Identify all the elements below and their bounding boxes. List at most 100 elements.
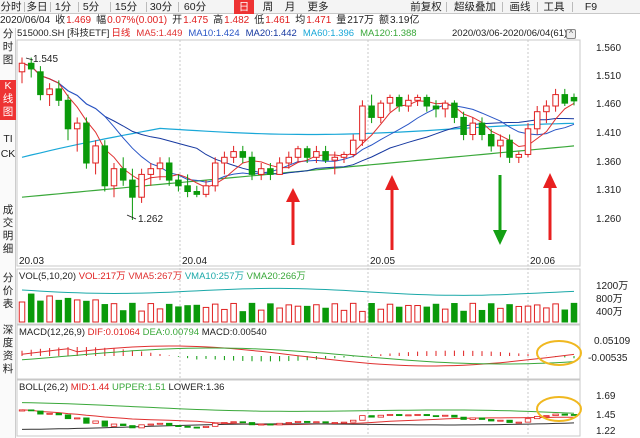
candle[interactable] (524, 123, 532, 158)
boll-candle (451, 414, 458, 418)
volume-bar (248, 302, 256, 323)
boll-tick-mid: 1.45 (596, 410, 616, 421)
red-arrow-1 (286, 188, 300, 245)
boll-title: BOLL(26,2) (19, 382, 69, 393)
candle[interactable] (359, 100, 366, 146)
candle[interactable] (276, 157, 283, 175)
volume-bar (423, 306, 431, 323)
candle[interactable] (405, 94, 412, 112)
boll-candle (267, 423, 274, 426)
volume-bar (395, 306, 403, 323)
date-tick-apr: 20.04 (182, 256, 208, 267)
candle[interactable] (423, 94, 431, 112)
boll-candle (515, 421, 522, 424)
candle[interactable] (451, 100, 458, 124)
candle[interactable] (368, 94, 375, 124)
volume-bar (138, 310, 145, 323)
candle[interactable] (147, 163, 155, 186)
boll-candle (156, 422, 164, 425)
boll-candle (110, 423, 118, 427)
candle[interactable] (46, 83, 53, 106)
candle[interactable] (18, 57, 26, 84)
candle[interactable] (377, 100, 385, 124)
vma5-value: VMA5:267万 (128, 271, 183, 282)
vma20-value: VMA20:266万 (246, 271, 306, 282)
volume-bar (83, 300, 90, 323)
vma10-value: VMA10:257万 (184, 271, 244, 282)
boll-candle (64, 414, 72, 420)
boll-tick-bottom: 1.22 (596, 426, 616, 437)
candle[interactable] (386, 94, 394, 112)
candle[interactable] (37, 66, 44, 101)
volume-bar (18, 301, 26, 323)
volume-bar (211, 303, 219, 323)
boll-candle (248, 422, 256, 426)
candle[interactable] (552, 88, 559, 112)
candle[interactable] (322, 145, 329, 163)
candle[interactable] (239, 145, 247, 163)
boll-candle (166, 422, 173, 426)
boll-candle (230, 421, 237, 424)
candle[interactable] (101, 140, 109, 192)
boll-candle (534, 415, 541, 420)
candle[interactable] (110, 163, 118, 198)
volume-bar (165, 303, 173, 323)
candle[interactable] (230, 145, 237, 163)
candle[interactable] (469, 117, 477, 141)
boll-candle (469, 417, 476, 420)
price-tick-1510: 1.510 (596, 71, 622, 82)
macd-highlight-circle (536, 340, 582, 366)
volume-bar (129, 302, 136, 323)
candle[interactable] (221, 151, 228, 175)
volume-bar (432, 303, 440, 323)
candle[interactable] (119, 157, 127, 186)
candle[interactable] (184, 174, 191, 198)
boll-candle (175, 425, 182, 427)
volume-bar (478, 309, 486, 323)
boll-candle (350, 419, 357, 423)
mid-value: MID:1.44 (70, 382, 110, 393)
candle[interactable] (165, 157, 173, 186)
volume-legend: VOL(5,10,20) VOL:217万 VMA5:267万 VMA10:25… (19, 271, 306, 283)
boll-candle (285, 422, 292, 424)
boll-candle (138, 424, 145, 429)
candle[interactable] (257, 163, 265, 181)
candle[interactable] (441, 100, 449, 118)
kline-chart[interactable]: 1.545 1.262 (0, 0, 640, 438)
candle[interactable] (138, 168, 145, 203)
volume-bar (119, 310, 127, 323)
volume-bar (451, 303, 458, 323)
red-arrow-3 (543, 173, 557, 240)
volume-bar (469, 302, 477, 323)
boll-candle (442, 414, 449, 417)
candle[interactable] (349, 134, 357, 158)
candle[interactable] (561, 88, 569, 106)
vol-value: VOL:217万 (78, 271, 126, 282)
boll-candle (129, 425, 136, 429)
volume-bar (543, 307, 550, 323)
candle[interactable] (478, 117, 486, 141)
candle[interactable] (515, 151, 523, 163)
candle[interactable] (497, 134, 504, 158)
candle[interactable] (414, 94, 421, 106)
candle[interactable] (460, 111, 467, 141)
candle[interactable] (340, 151, 348, 163)
candle[interactable] (395, 94, 403, 112)
volume-bar (230, 302, 237, 323)
candle[interactable] (83, 117, 90, 169)
volume-bar (506, 304, 513, 323)
volume-bar (368, 303, 375, 323)
candle[interactable] (73, 117, 81, 152)
volume-bar (55, 299, 63, 323)
candle[interactable] (202, 180, 210, 198)
candle[interactable] (533, 106, 541, 135)
candle[interactable] (570, 93, 578, 106)
candle[interactable] (211, 157, 219, 192)
volume-bar (561, 309, 569, 323)
candle[interactable] (294, 145, 302, 163)
candle[interactable] (92, 140, 99, 175)
candle[interactable] (193, 185, 201, 198)
boll-candle (423, 414, 430, 417)
volume-bar (303, 305, 311, 323)
candle[interactable] (64, 94, 72, 141)
